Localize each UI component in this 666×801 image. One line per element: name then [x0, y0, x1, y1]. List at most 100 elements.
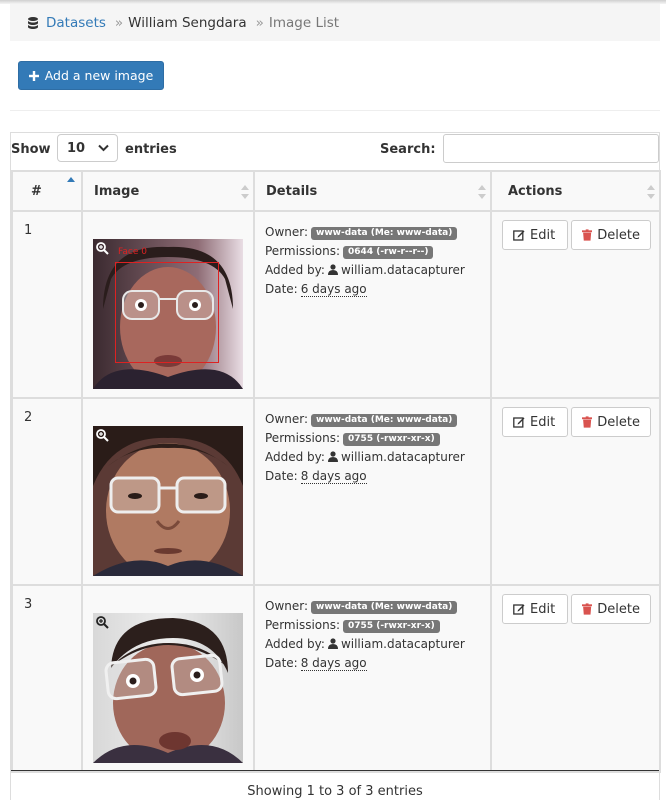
owner-badge: www-data (Me: www-data)	[311, 414, 458, 427]
date-value: 8 days ago	[300, 469, 367, 484]
actions-cell: Edit Delete	[490, 584, 661, 773]
row-number: 2	[11, 397, 83, 586]
plus-icon	[28, 70, 39, 81]
date-value: 6 days ago	[300, 282, 367, 297]
page-length-select[interactable]: 10	[57, 134, 118, 162]
divider	[10, 110, 660, 111]
edit-label: Edit	[530, 414, 556, 430]
permissions-badge: 0755 (-rwxr-xr-x)	[343, 620, 440, 633]
column-header-number[interactable]: #	[11, 170, 83, 212]
breadcrumb-dataset[interactable]: William Sengdara	[128, 15, 246, 31]
page-length-value: 10	[67, 140, 86, 156]
delete-label: Delete	[597, 601, 640, 617]
column-header-image[interactable]: Image	[81, 170, 255, 212]
breadcrumb: Datasets » William Sengdara » Image List	[10, 4, 660, 41]
row-number: 3	[11, 584, 83, 773]
image-cell	[81, 397, 255, 586]
face-photo-2	[93, 426, 243, 576]
breadcrumb-separator: »	[255, 14, 264, 31]
zoom-icon[interactable]	[96, 616, 109, 629]
added-by-label: Added by:	[265, 450, 325, 464]
sort-asc-icon	[67, 177, 75, 182]
owner-label: Owner:	[265, 225, 309, 239]
user-icon	[327, 638, 338, 649]
actions-cell: Edit Delete	[490, 397, 661, 586]
delete-button[interactable]: Delete	[571, 594, 651, 624]
image-table: # Image Details Actions 1 Face 0 Owner: …	[11, 170, 661, 773]
delete-button[interactable]: Delete	[571, 407, 651, 437]
delete-button[interactable]: Delete	[571, 220, 651, 250]
table-info: Showing 1 to 3 of 3 entries	[11, 770, 659, 801]
owner-label: Owner:	[265, 599, 309, 613]
permissions-label: Permissions:	[265, 431, 341, 445]
date-label: Date:	[265, 469, 298, 483]
owner-badge: www-data (Me: www-data)	[311, 227, 458, 240]
delete-label: Delete	[597, 227, 640, 243]
image-table-panel: Show 10 entries Search: # Image Details …	[10, 132, 661, 801]
entries-label: entries	[125, 142, 177, 157]
table-controls: Show 10 entries Search:	[11, 133, 659, 170]
trash-icon	[582, 229, 593, 241]
details-cell: Owner: www-data (Me: www-data) Permission…	[253, 397, 492, 586]
chevron-down-icon	[98, 144, 109, 152]
details-cell: Owner: www-data (Me: www-data) Permission…	[253, 210, 492, 399]
trash-icon	[582, 603, 593, 615]
image-thumbnail[interactable]	[93, 426, 243, 576]
sort-icon	[241, 185, 249, 199]
edit-button[interactable]: Edit	[502, 594, 568, 624]
column-header-label: Image	[94, 183, 140, 199]
added-by-label: Added by:	[265, 263, 325, 277]
zoom-icon[interactable]	[96, 429, 109, 442]
edit-icon	[513, 417, 525, 428]
permissions-label: Permissions:	[265, 244, 341, 258]
table-row: 1 Face 0 Owner: www-data (Me: www-data) …	[11, 210, 661, 399]
column-header-details[interactable]: Details	[253, 170, 492, 212]
column-header-label: Details	[266, 183, 318, 199]
add-new-image-label: Add a new image	[44, 68, 154, 83]
image-thumbnail[interactable]: Face 0	[93, 239, 243, 389]
image-thumbnail[interactable]	[93, 613, 243, 763]
zoom-icon[interactable]	[96, 242, 109, 255]
table-header-row: # Image Details Actions	[11, 170, 661, 212]
column-header-label: #	[31, 183, 42, 199]
search-input[interactable]	[443, 134, 659, 163]
image-cell: Face 0	[81, 210, 255, 399]
edit-icon	[513, 604, 525, 615]
column-header-actions[interactable]: Actions	[490, 170, 661, 212]
date-label: Date:	[265, 656, 298, 670]
added-by-value: william.datacapturer	[340, 637, 465, 651]
sort-icon	[478, 185, 486, 199]
breadcrumb-separator: »	[114, 14, 124, 31]
edit-label: Edit	[530, 601, 556, 617]
sort-icon	[647, 185, 655, 199]
permissions-badge: 0755 (-rwxr-xr-x)	[343, 433, 440, 446]
added-by-value: william.datacapturer	[340, 450, 465, 464]
added-by-label: Added by:	[265, 637, 325, 651]
added-by-value: william.datacapturer	[340, 263, 465, 277]
delete-label: Delete	[597, 414, 640, 430]
face-photo-3	[93, 613, 243, 763]
add-new-image-button[interactable]: Add a new image	[18, 61, 164, 90]
user-icon	[327, 264, 338, 275]
breadcrumb-current: Image List	[268, 14, 340, 31]
date-value: 8 days ago	[300, 656, 367, 671]
image-cell	[81, 584, 255, 773]
face-detection-label: Face 0	[118, 247, 147, 257]
trash-icon	[582, 416, 593, 428]
owner-label: Owner:	[265, 412, 309, 426]
edit-button[interactable]: Edit	[502, 220, 568, 250]
table-row: 2 Owner: www-data (Me: www-data) Permiss…	[11, 397, 661, 586]
table-row: 3 Owner: www-data (Me: www-data) Permiss…	[11, 584, 661, 773]
show-label: Show	[11, 142, 51, 157]
permissions-badge: 0644 (-rw-r--r--)	[343, 246, 434, 259]
column-header-label: Actions	[508, 183, 563, 199]
details-cell: Owner: www-data (Me: www-data) Permission…	[253, 584, 492, 773]
edit-icon	[513, 230, 525, 241]
edit-button[interactable]: Edit	[502, 407, 568, 437]
breadcrumb-datasets-link[interactable]: Datasets	[46, 15, 106, 31]
search-label: Search:	[380, 142, 436, 157]
face-detection-box	[115, 262, 219, 363]
actions-cell: Edit Delete	[490, 210, 661, 399]
database-icon	[28, 16, 38, 29]
date-label: Date:	[265, 282, 298, 296]
